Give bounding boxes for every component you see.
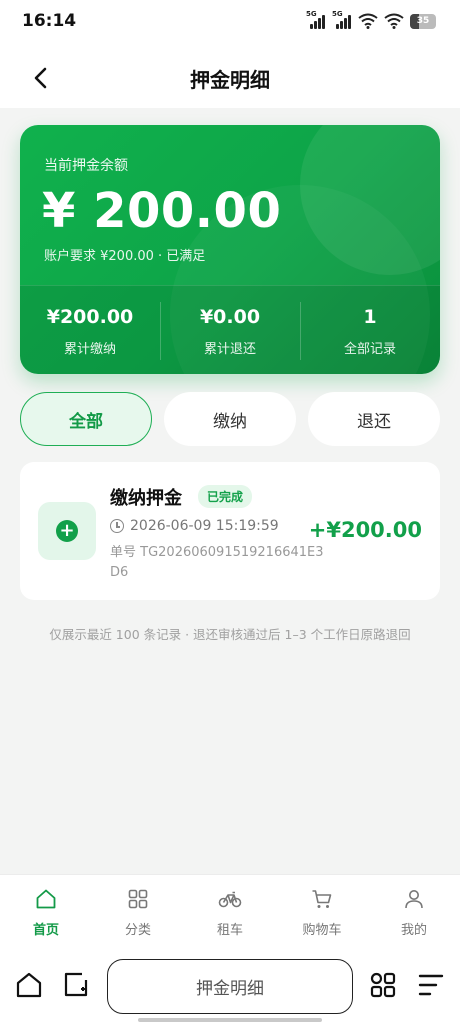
filter-all[interactable]: 全部 bbox=[20, 392, 152, 446]
record-time: 2026-06-09 15:19:59 bbox=[110, 518, 279, 534]
filter-tabs: 全部 缴纳 退还 bbox=[20, 392, 440, 446]
wifi-icon bbox=[358, 13, 378, 29]
stat-label: 累计缴纳 bbox=[63, 342, 116, 357]
tab-label: 我的 bbox=[400, 923, 427, 938]
balance-card: 当前押金余额 ¥ 200.00 账户要求 ¥200.00 · 已满足 ¥200.… bbox=[20, 125, 440, 374]
network-type-label: 5G bbox=[306, 10, 317, 18]
stat-label: 全部记录 bbox=[343, 342, 396, 357]
record-icon-box: + bbox=[38, 502, 96, 560]
page-title: 押金明细 bbox=[190, 68, 270, 92]
stat-value: ¥0.00 bbox=[199, 306, 261, 328]
record-time-text: 2026-06-09 15:19:59 bbox=[130, 518, 279, 534]
stat-record-count: 1 全部记录 bbox=[300, 286, 440, 374]
record-amount: +¥200.00 bbox=[308, 518, 422, 542]
status-icons: 5G 5G 35 bbox=[306, 10, 436, 29]
tab-profile[interactable]: 我的 bbox=[368, 875, 460, 952]
tab-label: 购物车 bbox=[302, 923, 342, 938]
grid-icon bbox=[128, 889, 148, 909]
user-icon bbox=[405, 890, 423, 909]
status-badge: 已完成 bbox=[198, 485, 253, 508]
balance-amount: ¥ 200.00 bbox=[42, 183, 282, 239]
plus-circle-icon: + bbox=[56, 520, 78, 542]
browser-bar: 押金明细 bbox=[0, 952, 460, 1024]
tab-cart[interactable]: 购物车 bbox=[276, 875, 368, 952]
clock-icon bbox=[110, 519, 124, 533]
bottom-tab-bar: 首页 分类 租车 购物车 我的 bbox=[0, 874, 460, 952]
balance-requirement: 账户要求 ¥200.00 · 已满足 bbox=[44, 249, 206, 264]
tab-rent-bike[interactable]: 租车 bbox=[184, 875, 276, 952]
battery-icon: 35 bbox=[410, 13, 436, 29]
tab-label: 租车 bbox=[216, 923, 243, 938]
status-bar: 16:14 5G 5G 35 bbox=[0, 0, 460, 44]
balance-label: 当前押金余额 bbox=[44, 158, 128, 174]
network-type-label: 5G bbox=[332, 10, 343, 18]
browser-tabs-icon[interactable] bbox=[62, 971, 90, 999]
record-title: 缴纳押金 bbox=[110, 488, 182, 509]
cart-icon bbox=[312, 890, 332, 908]
filter-refund[interactable]: 退还 bbox=[308, 392, 440, 446]
tab-label: 首页 bbox=[32, 923, 59, 938]
stat-total-refunded: ¥0.00 累计退还 bbox=[160, 286, 300, 374]
signal-icon: 5G bbox=[306, 10, 326, 29]
status-time: 16:14 bbox=[22, 11, 77, 31]
home-indicator bbox=[138, 1018, 322, 1022]
bicycle-icon bbox=[218, 891, 242, 908]
wifi-icon bbox=[384, 13, 404, 29]
tab-label: 分类 bbox=[124, 923, 151, 938]
menu-icon[interactable] bbox=[418, 973, 444, 997]
battery-level: 35 bbox=[416, 16, 430, 26]
nav-bar: 押金明细 bbox=[0, 44, 460, 108]
address-bar[interactable]: 押金明细 bbox=[107, 959, 353, 1014]
record-order-number: 单号 TG202606091519216641E3D6 bbox=[110, 545, 324, 580]
tab-home[interactable]: 首页 bbox=[0, 875, 92, 952]
stat-value: ¥200.00 bbox=[46, 306, 134, 328]
record-item[interactable]: + 缴纳押金 已完成 2026-06-09 15:19:59 单号 TG2026… bbox=[20, 462, 440, 600]
filter-payment[interactable]: 缴纳 bbox=[164, 392, 296, 446]
stat-total-paid: ¥200.00 累计缴纳 bbox=[20, 286, 160, 374]
stat-value: 1 bbox=[363, 306, 377, 328]
tab-category[interactable]: 分类 bbox=[92, 875, 184, 952]
home-icon bbox=[36, 889, 56, 909]
footnote: 仅展示最近 100 条记录 · 退还审核通过后 1–3 个工作日原路退回 bbox=[49, 627, 411, 642]
stats-row: ¥200.00 累计缴纳 ¥0.00 累计退还 1 全部记录 bbox=[20, 285, 440, 374]
stat-label: 累计退还 bbox=[203, 342, 256, 357]
signal-icon: 5G bbox=[332, 10, 352, 29]
browser-home-icon[interactable] bbox=[15, 971, 43, 999]
apps-icon[interactable] bbox=[369, 971, 397, 999]
